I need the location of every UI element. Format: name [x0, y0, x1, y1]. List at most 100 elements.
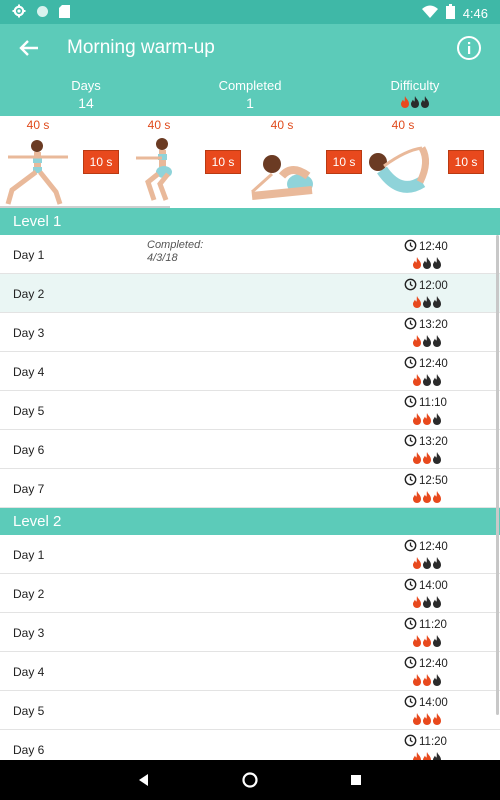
duration: 14:00 — [404, 695, 448, 711]
triangle-back-icon — [139, 774, 148, 786]
difficulty-flames — [412, 373, 442, 391]
flame-icon — [422, 595, 432, 613]
day-label: Day 5 — [13, 404, 45, 418]
day-row[interactable]: Day 5 14:00 — [0, 691, 500, 730]
day-row[interactable]: Day 1 12:40 — [0, 535, 500, 574]
day-label: Day 5 — [13, 704, 45, 718]
day-label: Day 2 — [13, 287, 45, 301]
day-row[interactable]: Day 4 12:40 — [0, 352, 500, 391]
day-label: Day 6 — [13, 743, 45, 757]
level-header: Level 2 — [0, 508, 500, 535]
difficulty-flames — [412, 556, 442, 574]
duration-text: 11:20 — [419, 619, 447, 631]
back-button[interactable] — [16, 36, 44, 60]
info-button[interactable] — [456, 35, 482, 61]
recents-nav-button[interactable] — [346, 770, 366, 790]
navigation-bar — [0, 760, 500, 800]
flame-icon — [432, 634, 442, 652]
square-recents-icon — [351, 775, 361, 785]
stat-days: Days 14 — [26, 78, 146, 111]
duration-text: 13:20 — [419, 436, 448, 448]
status-bar: 4:46 — [0, 0, 500, 24]
day-label: Day 6 — [13, 443, 45, 457]
duration-text: 12:40 — [419, 241, 448, 253]
day-row[interactable]: Day 2 12:00 — [0, 274, 500, 313]
day-row[interactable]: Day 6 13:20 — [0, 430, 500, 469]
day-label: Day 1 — [13, 548, 45, 562]
flame-icon — [412, 451, 422, 469]
clock-icon — [404, 356, 417, 372]
flame-icon — [432, 490, 442, 508]
day-row[interactable]: Day 1 Completed: 4/3/18 12:40 — [0, 235, 500, 274]
flame-icon — [400, 95, 410, 111]
sd-card-icon — [59, 4, 70, 21]
duration: 12:40 — [404, 539, 448, 555]
day-row[interactable]: Day 2 14:00 — [0, 574, 500, 613]
clock-icon — [404, 395, 417, 411]
flame-icon — [432, 256, 442, 274]
flame-icon — [422, 712, 432, 730]
completed-date: Completed: 4/3/18 — [147, 239, 204, 264]
difficulty-flames — [412, 412, 442, 430]
duration: 14:00 — [404, 578, 448, 594]
scrollbar[interactable] — [496, 235, 499, 715]
flame-icon — [412, 751, 422, 760]
difficulty-flames — [412, 673, 442, 691]
flame-icon — [412, 334, 422, 352]
gear-icon — [12, 4, 26, 21]
duration: 11:10 — [404, 395, 447, 411]
stat-difficulty-label: Difficulty — [390, 78, 440, 93]
clock-icon — [404, 239, 417, 255]
flame-icon — [432, 595, 442, 613]
rest-badge: 10 s — [326, 150, 362, 174]
day-row[interactable]: Day 6 11:20 — [0, 730, 500, 760]
flame-icon — [420, 95, 430, 111]
day-row[interactable]: Day 5 11:10 — [0, 391, 500, 430]
stat-completed-label: Completed — [218, 78, 282, 93]
flame-icon — [432, 412, 442, 430]
flame-icon — [432, 295, 442, 313]
day-label: Day 7 — [13, 482, 45, 496]
duration-text: 13:20 — [419, 319, 448, 331]
status-time: 4:46 — [462, 5, 488, 21]
flame-icon — [432, 673, 442, 691]
bow-pose-figure — [364, 134, 444, 211]
difficulty-flames — [412, 712, 442, 730]
difficulty-flames — [412, 595, 442, 613]
exercise-strip[interactable]: 40 s 10 s 40 s 10 s 40 s 10 s 40 s 10 s — [0, 116, 500, 208]
duration-text: 14:00 — [419, 697, 448, 709]
day-row[interactable]: Day 4 12:40 — [0, 652, 500, 691]
flame-icon — [422, 412, 432, 430]
clock-icon — [404, 695, 417, 711]
day-row[interactable]: Day 3 11:20 — [0, 613, 500, 652]
clock-icon — [404, 656, 417, 672]
back-nav-button[interactable] — [134, 770, 154, 790]
exercise-duration: 40 s — [270, 118, 294, 132]
home-nav-button[interactable] — [240, 770, 260, 790]
flame-icon — [432, 334, 442, 352]
clock-icon — [404, 734, 417, 750]
flame-icon — [412, 595, 422, 613]
clock-icon — [404, 473, 417, 489]
duration-text: 12:50 — [419, 475, 448, 487]
day-row[interactable]: Day 3 13:20 — [0, 313, 500, 352]
duration: 13:20 — [404, 317, 448, 333]
arrow-left-icon — [19, 40, 38, 56]
battery-icon — [445, 4, 455, 22]
duration: 12:00 — [404, 278, 448, 294]
exercise-duration: 40 s — [391, 118, 415, 132]
flame-icon — [432, 556, 442, 574]
day-label: Day 3 — [13, 626, 45, 640]
duration-text: 14:00 — [419, 580, 448, 592]
home-circle-icon — [242, 772, 258, 788]
day-list[interactable]: Level 1 Day 1 Completed: 4/3/18 12:40 Day 2 1… — [0, 208, 500, 760]
day-row[interactable]: Day 7 12:50 — [0, 469, 500, 508]
difficulty-flames — [412, 295, 442, 313]
status-left-icons — [12, 4, 70, 21]
flame-icon — [412, 490, 422, 508]
flame-icon — [422, 373, 432, 391]
clock-icon — [404, 317, 417, 333]
flame-icon — [422, 556, 432, 574]
flame-icon — [422, 451, 432, 469]
day-label: Day 1 — [13, 248, 45, 262]
